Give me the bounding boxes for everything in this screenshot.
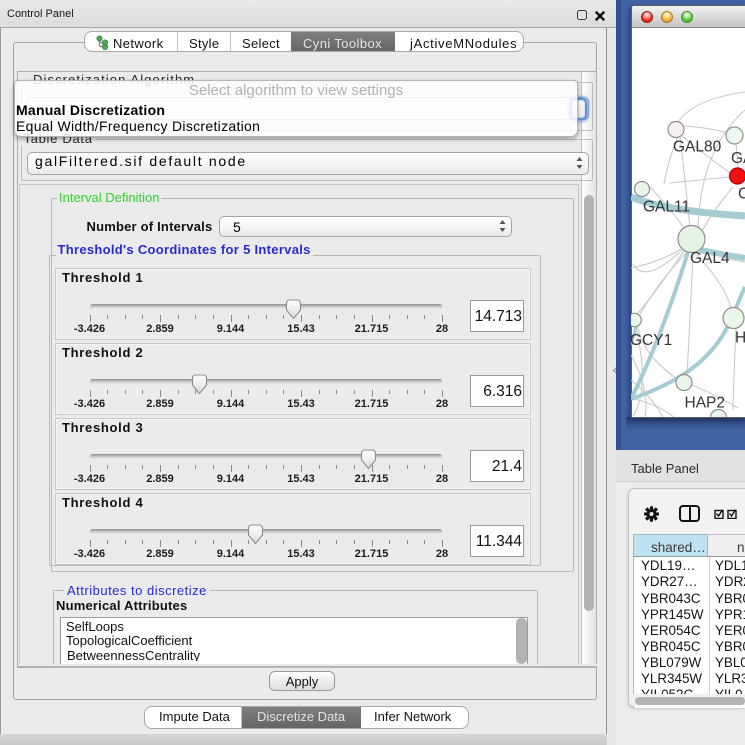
svg-text:GAL80: GAL80 — [673, 139, 722, 156]
svg-text:GAL4: GAL4 — [690, 250, 730, 267]
svg-text:GCY1: GCY1 — [631, 332, 672, 349]
svg-text:C: C — [738, 186, 745, 203]
svg-text:GAL11: GAL11 — [643, 199, 690, 216]
svg-text:GA: GA — [731, 150, 745, 167]
svg-text:H: H — [735, 330, 745, 347]
svg-text:HAP2: HAP2 — [685, 395, 726, 412]
